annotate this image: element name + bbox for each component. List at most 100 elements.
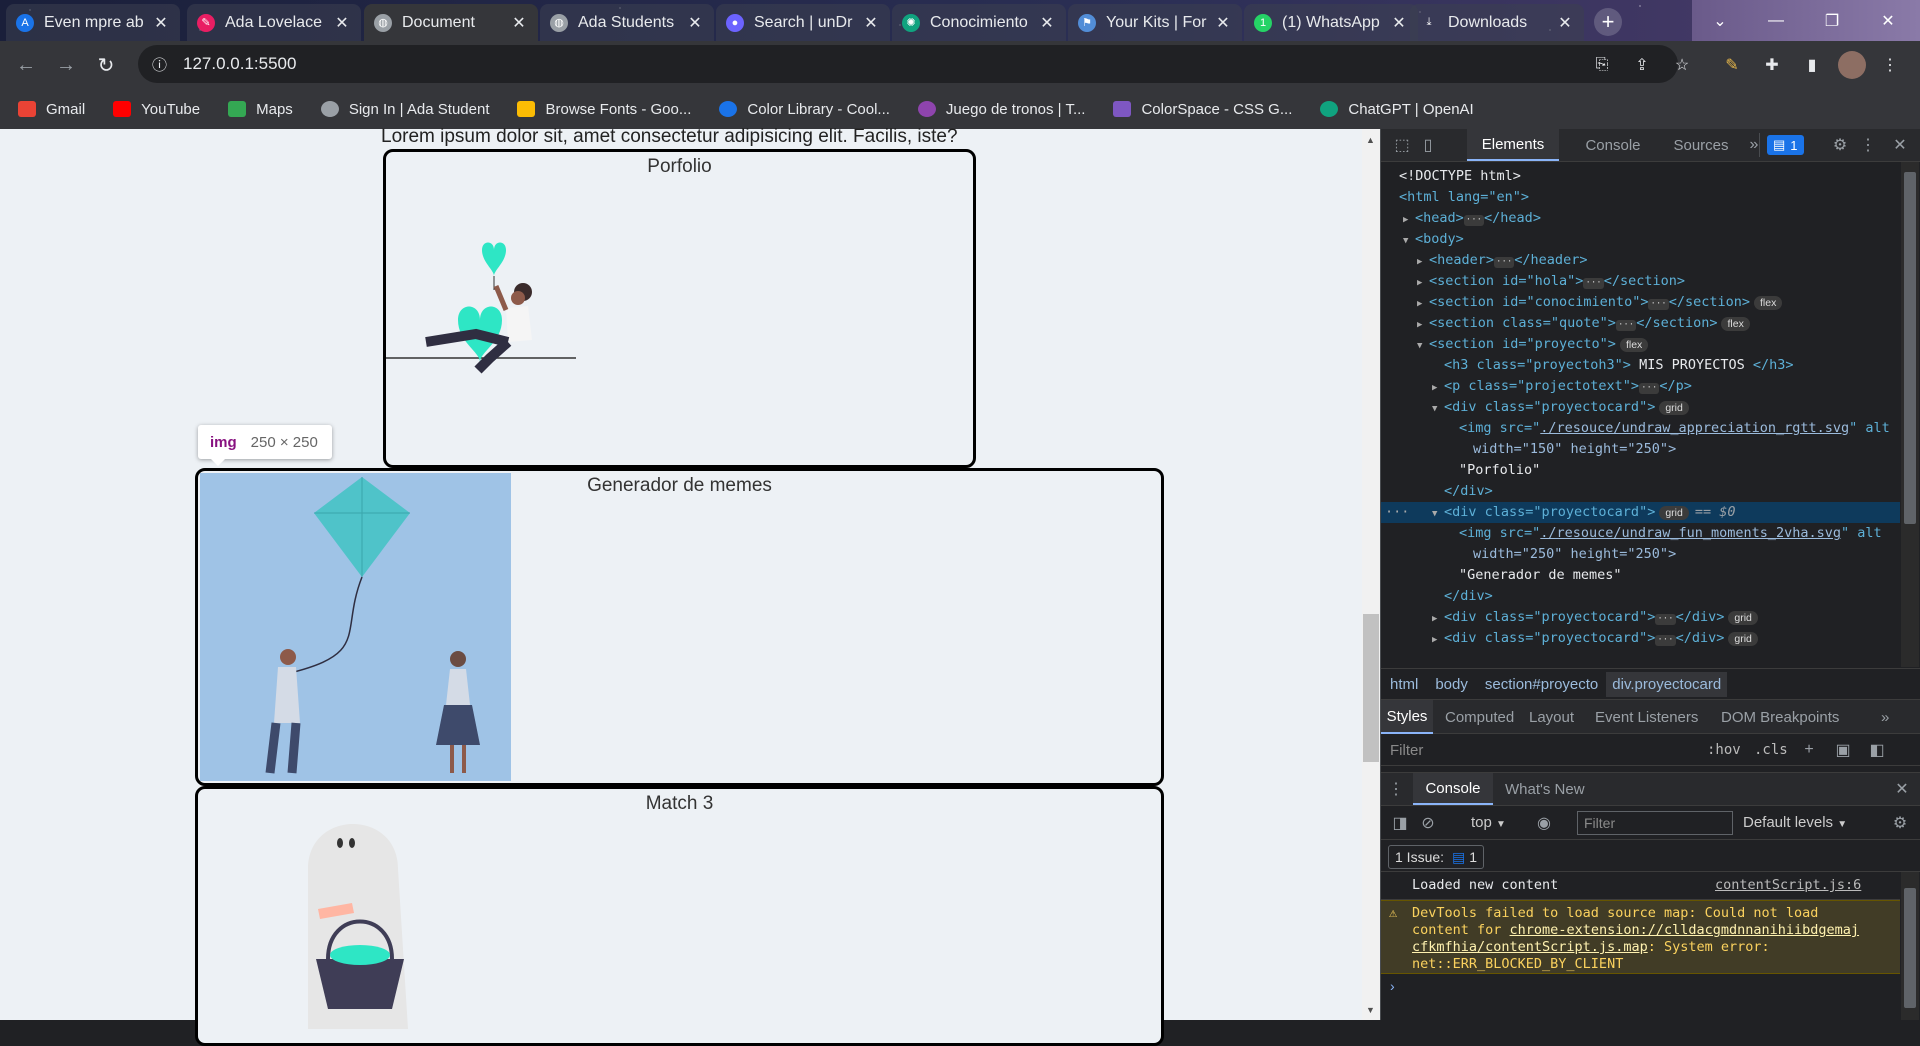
- address-bar[interactable]: ⓘ 127.0.0.1:5500: [138, 45, 1678, 83]
- more-icon[interactable]: ···: [1385, 502, 1409, 523]
- maximize-icon[interactable]: ❐: [1804, 0, 1860, 41]
- close-devtools-icon[interactable]: ✕: [1889, 134, 1911, 156]
- tab-event-listeners[interactable]: Event Listeners: [1595, 700, 1698, 734]
- collapse-triangle-icon[interactable]: ▼: [1417, 336, 1429, 357]
- forward-icon[interactable]: →: [50, 49, 82, 81]
- dom-node[interactable]: ▶ <p class="projectotext"> ··· </p>: [1381, 376, 1900, 397]
- src-link[interactable]: ./resouce/undraw_appreciation_rgtt.svg: [1540, 420, 1849, 436]
- class-toggle[interactable]: .cls: [1754, 742, 1788, 758]
- expand-triangle-icon[interactable]: ▶: [1417, 252, 1429, 273]
- expand-triangle-icon[interactable]: ▶: [1417, 294, 1429, 315]
- dom-node[interactable]: ▼ <div class="proyectocard"> grid: [1381, 397, 1900, 418]
- ellipsis-icon[interactable]: ···: [1639, 383, 1660, 394]
- dom-node[interactable]: <img src="./resouce/undraw_fun_moments_2…: [1381, 523, 1900, 544]
- tab-search-icon[interactable]: ⌄: [1692, 0, 1748, 41]
- ellipsis-icon[interactable]: ···: [1655, 635, 1676, 646]
- expand-triangle-icon[interactable]: ▶: [1417, 315, 1429, 336]
- tab-whats-new[interactable]: What's New: [1505, 773, 1585, 805]
- expand-triangle-icon[interactable]: ▶: [1417, 273, 1429, 294]
- tab-elements[interactable]: Elements: [1467, 129, 1559, 161]
- ellipsis-icon[interactable]: ···: [1655, 614, 1676, 625]
- grid-badge[interactable]: grid: [1728, 611, 1758, 625]
- minimize-icon[interactable]: —: [1748, 0, 1804, 41]
- tab-drawer-console[interactable]: Console: [1413, 773, 1493, 805]
- clear-console-icon[interactable]: ⊘: [1417, 812, 1439, 834]
- dom-tree[interactable]: <!DOCTYPE html> <html lang="en"> ▶ <head>…: [1381, 162, 1900, 667]
- browser-tab-active[interactable]: ◍ Document ✕: [364, 4, 538, 41]
- flex-badge[interactable]: flex: [1619, 338, 1649, 352]
- browser-tab[interactable]: ⤓ Downloads ✕: [1410, 4, 1584, 41]
- collapse-triangle-icon[interactable]: ▼: [1432, 399, 1444, 420]
- context-selector[interactable]: top ▼: [1471, 814, 1506, 831]
- bookmark-maps[interactable]: Maps: [228, 101, 293, 118]
- close-icon[interactable]: ✕: [1390, 13, 1408, 33]
- breadcrumb-item-current[interactable]: div.proyectocard: [1606, 671, 1728, 697]
- tab-computed[interactable]: Computed: [1445, 700, 1514, 734]
- dom-node[interactable]: "Generador de memes": [1381, 565, 1900, 586]
- expand-triangle-icon[interactable]: ▶: [1403, 210, 1415, 231]
- src-link[interactable]: ./resouce/undraw_fun_moments_2vha.svg: [1540, 525, 1841, 541]
- tab-sources[interactable]: Sources: [1661, 129, 1741, 161]
- close-icon[interactable]: ✕: [862, 13, 880, 33]
- close-window-icon[interactable]: ✕: [1860, 0, 1916, 41]
- dom-node[interactable]: <img src="./resouce/undraw_appreciation_…: [1381, 418, 1900, 439]
- collapse-triangle-icon[interactable]: ▼: [1432, 504, 1444, 525]
- close-drawer-icon[interactable]: ✕: [1891, 778, 1913, 800]
- dom-node[interactable]: "Porfolio": [1381, 460, 1900, 481]
- dom-node[interactable]: ▶ <section class="quote"> ··· </section> fle…: [1381, 313, 1900, 334]
- translate-icon[interactable]: ⎘: [1588, 51, 1616, 79]
- dom-node[interactable]: width="150" height="250">: [1381, 439, 1900, 460]
- devtools-menu-icon[interactable]: ⋮: [1857, 134, 1879, 156]
- tab-styles[interactable]: Styles: [1381, 700, 1433, 734]
- grid-badge[interactable]: grid: [1659, 401, 1689, 415]
- dom-node[interactable]: <!DOCTYPE html>: [1381, 166, 1900, 187]
- reload-icon[interactable]: ↻: [90, 49, 122, 81]
- dom-node[interactable]: ▶ <header> ··· </header>: [1381, 250, 1900, 271]
- drawer-menu-icon[interactable]: ⋮: [1385, 778, 1407, 800]
- dom-node[interactable]: ▶ <head> ··· </head>: [1381, 208, 1900, 229]
- scroll-up-icon[interactable]: ▲: [1366, 135, 1375, 145]
- settings-gear-icon[interactable]: ⚙: [1829, 134, 1851, 156]
- browser-tab[interactable]: ● Search | unDr ✕: [716, 4, 890, 41]
- dom-node[interactable]: width="250" height="250">: [1381, 544, 1900, 565]
- avatar[interactable]: [1838, 51, 1866, 79]
- tab-dom-breakpoints[interactable]: DOM Breakpoints: [1721, 700, 1839, 734]
- color-picker-icon[interactable]: ✎: [1718, 51, 1746, 79]
- dom-node[interactable]: ▶ <section id="conocimiento"> ··· </section…: [1381, 292, 1900, 313]
- browser-tab[interactable]: 1 (1) WhatsApp ✕: [1244, 4, 1418, 41]
- flex-badge[interactable]: flex: [1754, 296, 1783, 310]
- source-link[interactable]: contentScript.js:6: [1715, 877, 1861, 893]
- grid-badge[interactable]: grid: [1728, 632, 1758, 646]
- close-icon[interactable]: ✕: [686, 13, 704, 33]
- sourcemap-link[interactable]: chrome-extension://clldacgmdnnanihiibdge…: [1510, 922, 1860, 938]
- dom-node[interactable]: </div>: [1381, 586, 1900, 607]
- more-tabs-icon[interactable]: »: [1881, 700, 1889, 734]
- eye-icon[interactable]: ◉: [1533, 812, 1555, 834]
- dom-scroll-thumb[interactable]: [1904, 172, 1916, 524]
- close-icon[interactable]: ✕: [333, 13, 351, 33]
- bookmark-chatgpt[interactable]: ChatGPT | OpenAI: [1320, 101, 1474, 118]
- bookmark-colors[interactable]: Color Library - Cool...: [719, 101, 890, 118]
- new-tab-button[interactable]: +: [1594, 8, 1622, 36]
- device-toolbar-icon[interactable]: ▯: [1417, 134, 1439, 156]
- console-filter-input[interactable]: Filter: [1577, 811, 1733, 835]
- sourcemap-link[interactable]: cfkmfhia/contentScript.js.map: [1412, 939, 1648, 955]
- bookmark-star-icon[interactable]: ☆: [1668, 51, 1696, 79]
- page-scroll-thumb[interactable]: [1363, 614, 1379, 762]
- share-icon[interactable]: ⇪: [1628, 51, 1656, 79]
- browser-tab[interactable]: ◍ Ada Students ✕: [540, 4, 714, 41]
- breadcrumb-item[interactable]: section#proyecto: [1485, 676, 1598, 693]
- breadcrumb-item[interactable]: html: [1390, 676, 1418, 693]
- expand-triangle-icon[interactable]: ▶: [1432, 609, 1444, 630]
- back-icon[interactable]: ←: [10, 49, 42, 81]
- dom-node[interactable]: ▶ <div class="proyectocard"> ··· </div> grid: [1381, 607, 1900, 628]
- ellipsis-icon[interactable]: ···: [1615, 320, 1637, 331]
- dom-node[interactable]: ▶ <div class="proyectocard"> ··· </div> grid: [1381, 628, 1900, 649]
- bookmark-youtube[interactable]: YouTube: [113, 101, 200, 118]
- tab-console[interactable]: Console: [1569, 129, 1657, 161]
- dom-node[interactable]: <html lang="en">: [1381, 187, 1900, 208]
- styles-filter-input[interactable]: Filter: [1390, 742, 1423, 759]
- flex-badge[interactable]: flex: [1721, 317, 1750, 331]
- bookmark-gmail[interactable]: Gmail: [18, 101, 85, 118]
- dom-node[interactable]: </div>: [1381, 481, 1900, 502]
